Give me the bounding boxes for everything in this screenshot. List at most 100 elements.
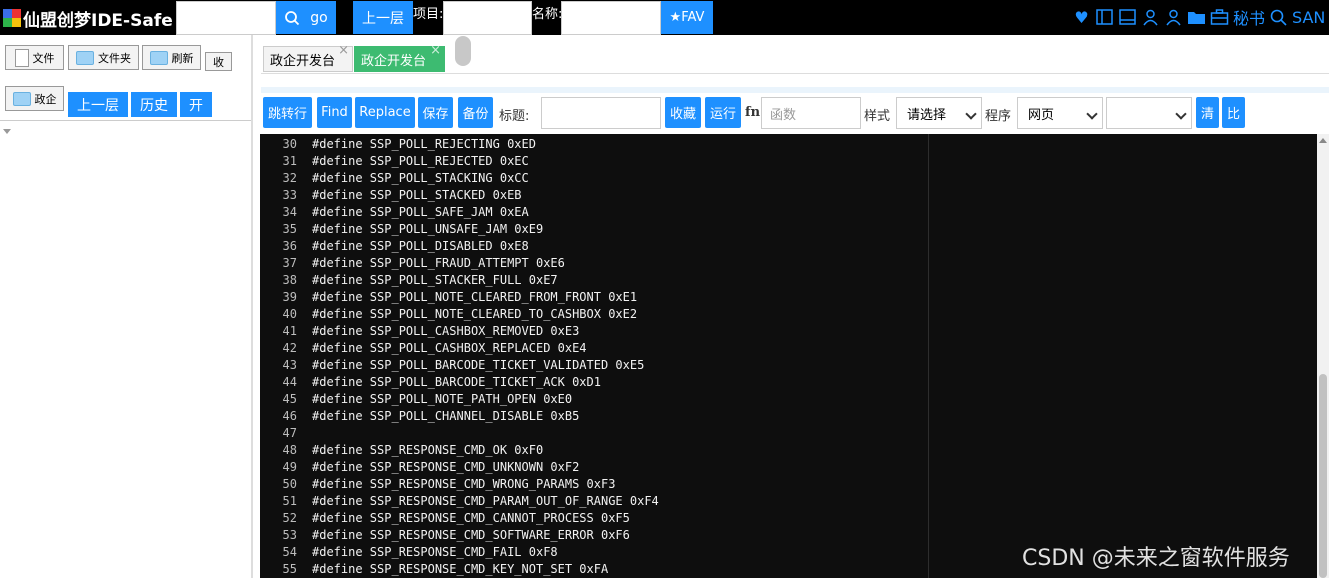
code-line[interactable]: 49 #define SSP_RESPONSE_CMD_UNKNOWN 0xF2 — [260, 459, 1317, 476]
line-text: #define SSP_POLL_NOTE_CLEARED_FROM_FRONT… — [312, 290, 638, 304]
line-number: 32 — [282, 171, 297, 185]
find-button[interactable]: Find — [317, 97, 352, 128]
code-line[interactable]: 46 #define SSP_POLL_CHANNEL_DISABLE 0xB5 — [260, 408, 1317, 425]
save-button[interactable]: 保存 — [418, 97, 453, 128]
code-line[interactable]: 38 #define SSP_POLL_STACKER_FULL 0xE7 — [260, 272, 1317, 289]
briefcase-icon[interactable] — [1210, 7, 1229, 27]
function-input[interactable]: 函数 — [761, 97, 861, 129]
code-line[interactable]: 43 #define SSP_POLL_BARCODE_TICKET_VALIDA… — [260, 357, 1317, 374]
line-text: #define SSP_RESPONSE_CMD_KEY_NOT_SET 0xF… — [312, 562, 609, 576]
tree-expand-arrow-icon[interactable] — [3, 129, 11, 134]
heart-icon[interactable]: ♥ — [1072, 7, 1091, 27]
left-up-level-button[interactable]: 上一层 — [68, 92, 128, 117]
refresh-button[interactable]: 刷新 — [142, 45, 201, 70]
clear-button[interactable]: 清 — [1196, 97, 1219, 128]
run-button[interactable]: 运行 — [705, 97, 741, 128]
user-icon[interactable] — [1164, 7, 1183, 27]
tab-gov-dev-1[interactable]: 政企开发台 × — [263, 43, 353, 72]
tree-divider — [0, 120, 251, 121]
name-input[interactable] — [561, 1, 661, 35]
folder-icon — [149, 50, 168, 65]
line-text: #define SSP_RESPONSE_CMD_WRONG_PARAMS 0x… — [312, 477, 616, 491]
code-line[interactable]: 51 #define SSP_RESPONSE_CMD_PARAM_OUT_OF_… — [260, 493, 1317, 510]
line-number: 48 — [282, 443, 297, 457]
line-text: #define SSP_RESPONSE_CMD_FAIL 0xF8 — [312, 545, 558, 559]
title-input[interactable] — [541, 97, 661, 129]
code-line[interactable]: 32 #define SSP_POLL_STACKING 0xCC — [260, 170, 1317, 187]
new-file-button[interactable]: 文件 — [5, 45, 64, 70]
scroll-up-arrow-icon[interactable] — [1319, 138, 1327, 143]
line-text: #define SSP_POLL_CASHBOX_REMOVED 0xE3 — [312, 324, 580, 338]
editor-scroll-thumb[interactable] — [1319, 374, 1327, 578]
line-number: 41 — [282, 324, 297, 338]
gov-enterprise-button[interactable]: 政企 — [5, 86, 64, 111]
folder-icon[interactable] — [1187, 7, 1206, 27]
code-line[interactable]: 31 #define SSP_POLL_REJECTED 0xEC — [260, 153, 1317, 170]
name-label: 名称: — [532, 7, 563, 22]
code-line[interactable]: 35 #define SSP_POLL_UNSAFE_JAM 0xE9 — [260, 221, 1317, 238]
code-line[interactable]: 41 #define SSP_POLL_CASHBOX_REMOVED 0xE3 — [260, 323, 1317, 340]
project-input[interactable] — [443, 1, 532, 35]
compare-button[interactable]: 比 — [1222, 97, 1245, 128]
code-line[interactable]: 52 #define SSP_RESPONSE_CMD_CANNOT_PROCES… — [260, 510, 1317, 527]
replace-button[interactable]: Replace — [355, 97, 415, 128]
extra-select[interactable] — [1106, 97, 1192, 129]
search-icon — [285, 10, 300, 25]
new-folder-label: 文件夹 — [98, 51, 131, 65]
code-line[interactable]: 34 #define SSP_POLL_SAFE_JAM 0xEA — [260, 204, 1317, 221]
search-icon[interactable] — [1269, 7, 1288, 27]
file-icon — [14, 48, 29, 67]
code-editor[interactable]: 30 #define SSP_POLL_REJECTING 0xED 31 #defi… — [260, 134, 1317, 578]
secretary-link[interactable]: 秘书 — [1233, 5, 1265, 29]
line-number: 47 — [282, 426, 297, 440]
tab-close-icon[interactable]: × — [430, 43, 441, 58]
history-button[interactable]: 历史 — [131, 92, 177, 117]
style-select[interactable]: 请选择 — [896, 97, 982, 129]
tabs-scrollbar[interactable] — [455, 36, 471, 66]
line-text: #define SSP_POLL_BARCODE_TICKET_VALIDATE… — [312, 358, 645, 372]
code-line[interactable]: 47 — [260, 425, 1317, 442]
line-text: #define SSP_POLL_UNSAFE_JAM 0xE9 — [312, 222, 544, 236]
program-select[interactable]: 网页 — [1017, 97, 1103, 129]
code-line[interactable]: 39 #define SSP_POLL_NOTE_CLEARED_FROM_FRO… — [260, 289, 1317, 306]
search-go-button[interactable]: go — [276, 1, 336, 34]
code-line[interactable]: 30 #define SSP_POLL_REJECTING 0xED — [260, 136, 1317, 153]
top-up-level-button[interactable]: 上一层 — [353, 1, 413, 34]
code-line[interactable]: 42 #define SSP_POLL_CASHBOX_REPLACED 0xE4 — [260, 340, 1317, 357]
app-logo-icon — [3, 9, 21, 27]
folder-icon — [76, 50, 94, 65]
code-line[interactable]: 48 #define SSP_RESPONSE_CMD_OK 0xF0 — [260, 442, 1317, 459]
code-line[interactable]: 50 #define SSP_RESPONSE_CMD_WRONG_PARAMS … — [260, 476, 1317, 493]
collapse-button[interactable]: 收 — [205, 52, 232, 71]
backup-button[interactable]: 备份 — [458, 97, 493, 128]
code-line[interactable]: 45 #define SSP_POLL_NOTE_PATH_OPEN 0xE0 — [260, 391, 1317, 408]
line-number: 38 — [282, 273, 297, 287]
jump-line-button[interactable]: 跳转行 — [263, 97, 312, 128]
line-text: #define SSP_POLL_CHANNEL_DISABLE 0xB5 — [312, 409, 580, 423]
tab-close-icon[interactable]: × — [338, 43, 349, 58]
tab-gov-dev-2-active[interactable]: 政企开发台 × — [354, 43, 445, 72]
title-label: 标题: — [499, 109, 530, 124]
app-title: 仙盟创梦IDE-Safe — [23, 11, 173, 31]
panel-layout-icon[interactable] — [1118, 7, 1137, 27]
line-number: 34 — [282, 205, 297, 219]
code-line[interactable]: 33 #define SSP_POLL_STACKED 0xEB — [260, 187, 1317, 204]
line-text: #define SSP_RESPONSE_CMD_OK 0xF0 — [312, 443, 544, 457]
code-line[interactable]: 40 #define SSP_POLL_NOTE_CLEARED_TO_CASHB… — [260, 306, 1317, 323]
fav-button[interactable]: ★FAV — [661, 1, 713, 34]
search-input[interactable] — [176, 1, 276, 35]
code-line[interactable]: 36 #define SSP_POLL_DISABLED 0xE8 — [260, 238, 1317, 255]
new-folder-button[interactable]: 文件夹 — [68, 45, 139, 70]
editor-scrollbar[interactable] — [1317, 134, 1329, 578]
line-number: 31 — [282, 154, 297, 168]
line-number: 42 — [282, 341, 297, 355]
user-icon[interactable] — [1141, 7, 1160, 27]
collect-button[interactable]: 收藏 — [665, 97, 701, 128]
sidebar-layout-icon[interactable] — [1095, 7, 1114, 27]
line-number: 46 — [282, 409, 297, 423]
code-line[interactable]: 37 #define SSP_POLL_FRAUD_ATTEMPT 0xE6 — [260, 255, 1317, 272]
san-link[interactable]: SAN — [1292, 8, 1325, 27]
open-button[interactable]: 开 — [180, 92, 212, 117]
line-text: #define SSP_RESPONSE_CMD_CANNOT_PROCESS … — [312, 511, 630, 525]
code-line[interactable]: 44 #define SSP_POLL_BARCODE_TICKET_ACK 0x… — [260, 374, 1317, 391]
